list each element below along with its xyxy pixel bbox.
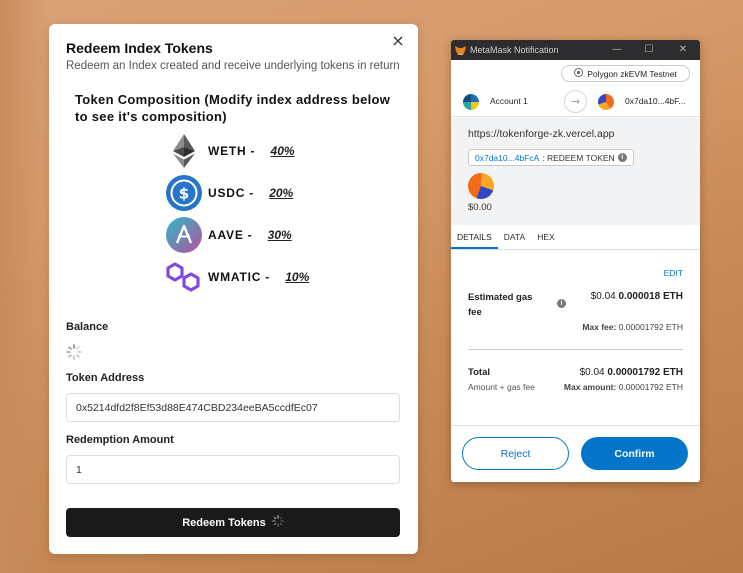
token-name: USDC [208, 186, 246, 200]
token-separator: - [250, 144, 255, 158]
gas-fee-value: $0.04 0.000018 ETH [591, 291, 683, 302]
confirm-button[interactable]: Confirm [581, 437, 688, 470]
info-icon[interactable]: i [557, 299, 566, 308]
account-transfer-row: Account 1 → 0x7da10...4bF... [451, 88, 700, 117]
redeem-modal: × Redeem Index Tokens Redeem an Index cr… [49, 24, 418, 554]
footer-divider [451, 425, 700, 426]
token-name: WETH [208, 144, 247, 158]
gas-fee-fiat: $0.04 [590, 291, 616, 302]
network-name: Polygon zkEVM Testnet [587, 68, 677, 79]
redemption-amount-input[interactable] [66, 455, 400, 484]
origin-url: https://tokenforge-zk.vercel.app [468, 128, 615, 140]
token-address-input[interactable] [66, 393, 400, 422]
polygon-icon [166, 259, 202, 295]
token-percent: 40% [270, 144, 295, 158]
max-fee: Max fee: 0.00001792 ETH [582, 322, 683, 332]
tab-data[interactable]: DATA [498, 225, 531, 249]
window-title: MetaMask Notification [470, 45, 559, 55]
background-edge [0, 0, 50, 573]
contract-avatar [468, 173, 494, 199]
total-sub-label: Amount + gas fee [468, 382, 535, 392]
total-eth: 0.00001792 ETH [607, 367, 683, 378]
estimated-gas-label: Estimated gas fee [468, 292, 533, 318]
tab-hex[interactable]: HEX [531, 225, 560, 249]
reject-button[interactable]: Reject [462, 437, 569, 470]
edit-gas-link[interactable]: EDIT [664, 268, 683, 278]
metamask-window: MetaMask Notification — ☐ ✕ Polygon zkEV… [451, 40, 700, 482]
aave-icon [166, 217, 202, 253]
from-account-name[interactable]: Account 1 [490, 96, 528, 106]
loading-spinner-icon [271, 515, 284, 530]
max-amount-value: 0.00001792 ETH [618, 382, 683, 392]
token-name: AAVE [208, 228, 244, 242]
minimize-icon[interactable]: — [611, 44, 623, 56]
token-separator: - [249, 186, 254, 200]
token-row-wmatic: WMATIC - 10% [166, 260, 309, 294]
max-amount: Max amount: 0.00001792 ETH [564, 382, 683, 392]
composition-heading: Token Composition (Modify index address … [75, 92, 391, 124]
close-icon[interactable]: ✕ [677, 44, 689, 56]
contract-method: : REDEEM TOKEN [542, 152, 615, 163]
token-row-weth: WETH - 40% [166, 134, 295, 168]
redeem-tokens-button[interactable]: Redeem Tokens [66, 508, 400, 537]
token-separator: - [247, 228, 252, 242]
network-icon [574, 68, 584, 79]
token-separator: - [265, 270, 270, 284]
max-amount-label: Max amount: [563, 382, 617, 392]
gas-fee-eth: 0.000018 ETH [618, 291, 684, 302]
tab-details[interactable]: DETAILS [451, 225, 498, 249]
token-name: WMATIC [208, 270, 262, 284]
transaction-value: $0.00 [468, 202, 492, 213]
contract-address[interactable]: 0x7da10...4bFcA [475, 153, 539, 163]
token-address-label: Token Address [66, 372, 145, 384]
metamask-fox-icon [455, 45, 466, 56]
token-row-aave: AAVE - 30% [166, 217, 292, 253]
loading-spinner-icon [66, 344, 82, 360]
close-icon[interactable]: × [390, 33, 406, 49]
usdc-icon: $ [166, 175, 202, 211]
redeem-button-label: Redeem Tokens [182, 516, 266, 529]
maximize-icon[interactable]: ☐ [643, 44, 655, 56]
redemption-amount-label: Redemption Amount [66, 434, 174, 446]
svg-text:$: $ [179, 185, 189, 203]
token-row-usdc: $ USDC - 20% [166, 175, 294, 211]
account-avatar[interactable] [463, 94, 479, 110]
max-fee-value: 0.00001792 ETH [618, 322, 683, 332]
to-account-address[interactable]: 0x7da10...4bF... [625, 96, 686, 106]
transaction-origin: https://tokenforge-zk.vercel.app 0x7da10… [451, 118, 700, 225]
window-titlebar[interactable]: MetaMask Notification [451, 40, 700, 60]
token-percent: 30% [267, 228, 292, 242]
total-value: $0.04 0.00001792 ETH [580, 367, 683, 378]
network-selector[interactable]: Polygon zkEVM Testnet [561, 65, 690, 82]
modal-title: Redeem Index Tokens [66, 40, 213, 56]
recipient-avatar [598, 94, 614, 110]
total-fiat: $0.04 [579, 367, 605, 378]
max-fee-label: Max fee: [582, 322, 617, 332]
token-percent: 10% [285, 270, 310, 284]
modal-subtitle: Redeem an Index created and receive unde… [66, 60, 400, 72]
divider [468, 349, 683, 350]
ethereum-icon [166, 133, 202, 169]
info-icon[interactable]: i [617, 153, 627, 162]
balance-label: Balance [66, 321, 109, 333]
arrow-right-icon: → [564, 90, 587, 113]
contract-method-chip[interactable]: 0x7da10...4bFcA : REDEEM TOKEN i [468, 149, 634, 166]
total-label: Total [468, 367, 490, 378]
token-percent: 20% [269, 186, 294, 200]
detail-tabs: DETAILS DATA HEX [451, 225, 700, 250]
